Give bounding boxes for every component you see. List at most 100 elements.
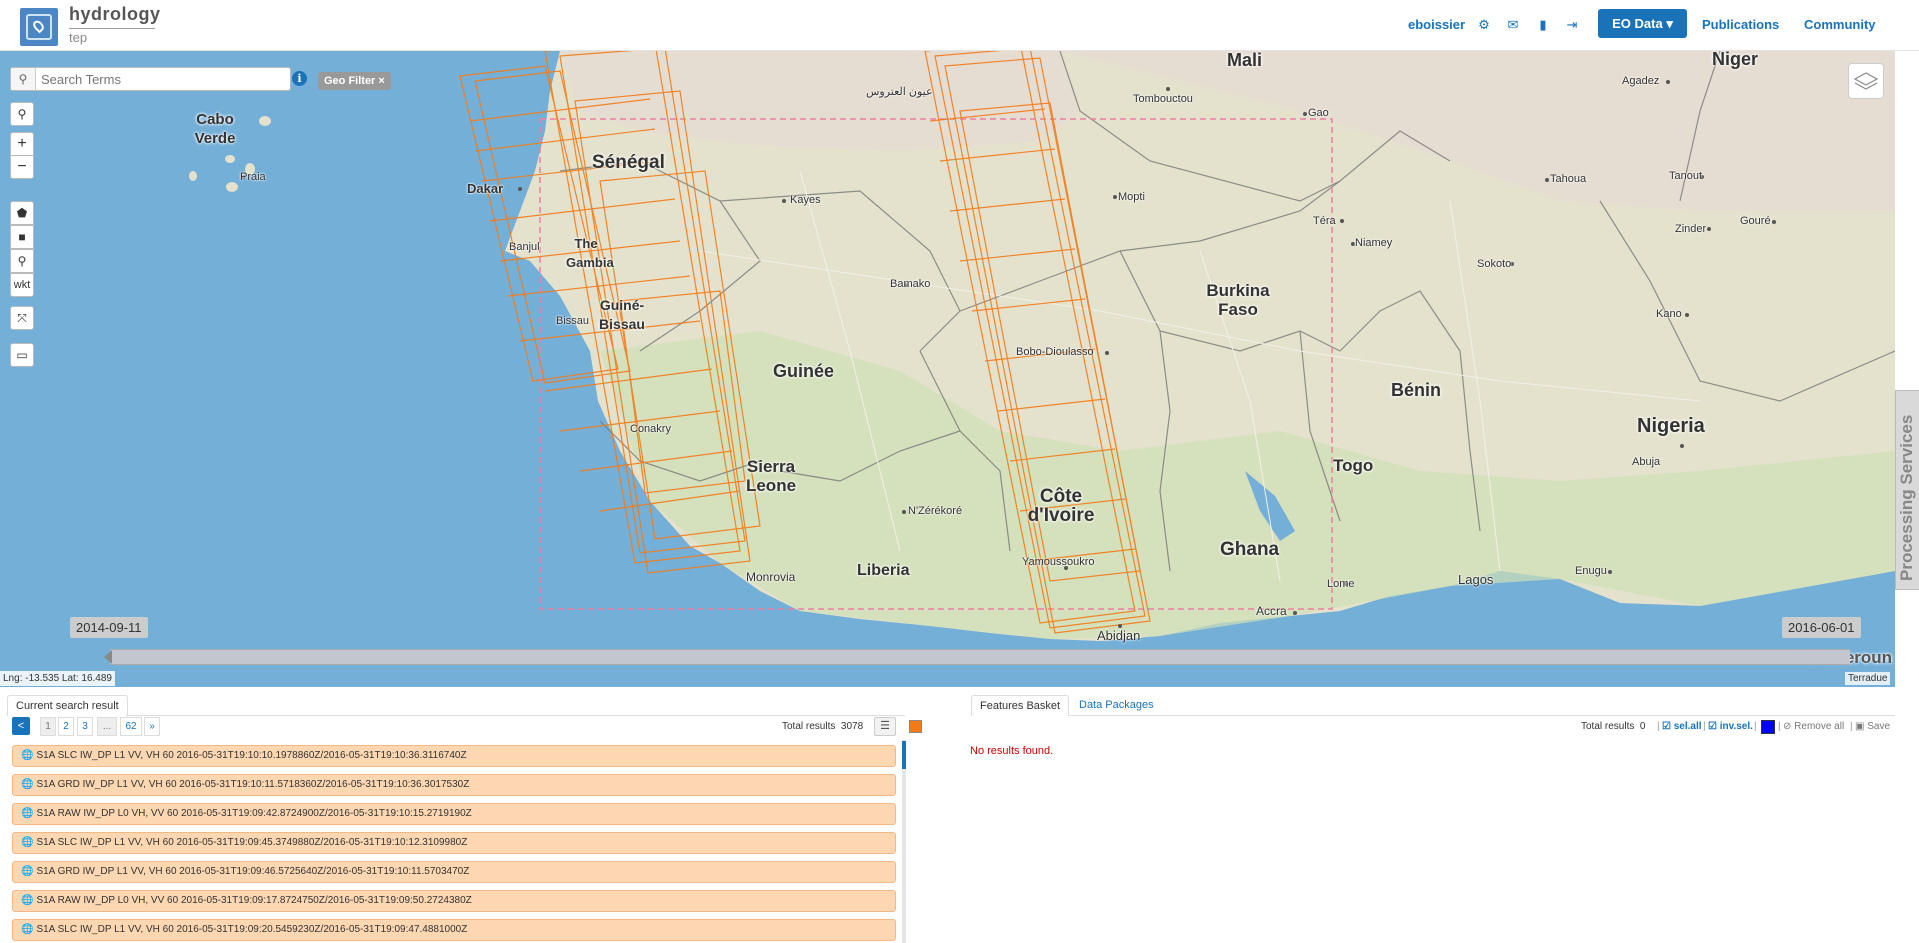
country-label: Cabo Verde bbox=[194, 111, 236, 147]
invert-selection-link[interactable]: ☑ inv.sel. bbox=[1708, 721, 1753, 732]
globe-icon: 🌐 bbox=[21, 779, 34, 790]
timeline-slider[interactable] bbox=[110, 649, 1850, 665]
result-row[interactable]: 🌐 S1A RAW IW_DP L0 VH, VV 60 2016-05-31T1… bbox=[12, 890, 896, 912]
separator: | bbox=[1657, 721, 1660, 732]
city-label: Tahoua bbox=[1550, 173, 1587, 185]
country-label: The Gambia bbox=[566, 236, 614, 270]
page-link[interactable]: 3 bbox=[77, 717, 93, 736]
page-ellipsis: ... bbox=[97, 717, 117, 736]
draw-polygon-icon[interactable]: ⬟ bbox=[10, 201, 34, 225]
processing-services-label: Processing Services bbox=[1897, 414, 1916, 581]
zoom-in-icon[interactable]: + bbox=[10, 132, 34, 156]
measure-icon[interactable]: ▭ bbox=[10, 343, 34, 367]
city-label: Tombouctou bbox=[1133, 93, 1193, 105]
city-label: Bobo-Dioulasso bbox=[1016, 346, 1094, 358]
share-icon[interactable]: < bbox=[12, 717, 30, 735]
wkt-button[interactable]: wkt bbox=[10, 273, 34, 297]
country-label: Côte d'Ivoire bbox=[1027, 486, 1095, 526]
results-scrollbar[interactable] bbox=[902, 740, 906, 943]
save-link[interactable]: ▣ Save bbox=[1855, 721, 1890, 732]
draw-point-icon[interactable]: ⚲ bbox=[10, 249, 34, 273]
brand-title[interactable]: hydrology bbox=[69, 4, 161, 25]
city-label: Accra bbox=[1256, 604, 1287, 618]
page-link[interactable]: 2 bbox=[58, 717, 74, 736]
select-all-link[interactable]: ☑ sel.all bbox=[1662, 721, 1702, 732]
city-label: Agadez bbox=[1622, 75, 1660, 87]
country-label: Sénégal bbox=[592, 152, 665, 173]
city-label: Dakar bbox=[467, 181, 504, 196]
country-label: Ghana bbox=[1220, 539, 1280, 560]
result-row[interactable]: 🌐 S1A SLC IW_DP L1 VV, VH 60 2016-05-31T1… bbox=[12, 832, 896, 854]
gear-icon[interactable]: ⚙ bbox=[1476, 17, 1492, 33]
page-link[interactable]: 1 bbox=[40, 717, 56, 736]
city-label: Mopti bbox=[1118, 191, 1145, 203]
search-location-icon[interactable]: ⚲ bbox=[10, 102, 34, 126]
country-label: Bénin bbox=[1391, 380, 1442, 400]
separator: | bbox=[1703, 721, 1706, 732]
processing-services-tab[interactable]: Processing Services bbox=[1895, 390, 1919, 590]
timeline-end-label: 2016-06-01 bbox=[1782, 617, 1861, 638]
country-label: Togo bbox=[1333, 456, 1374, 475]
result-title: S1A RAW IW_DP L0 VH, VV 60 2016-05-31T19… bbox=[36, 808, 472, 819]
city-label: Banjul bbox=[509, 241, 540, 253]
result-title: S1A SLC IW_DP L1 VV, VH 60 2016-05-31T19… bbox=[36, 750, 467, 761]
city-label: Gao bbox=[1308, 107, 1329, 119]
result-row[interactable]: 🌐 S1A SLC IW_DP L1 VV, VH 60 2016-05-31T1… bbox=[12, 919, 896, 941]
map-basemap bbox=[189, 51, 1895, 641]
globe-icon: 🌐 bbox=[21, 866, 34, 877]
geo-filter-badge[interactable]: Geo Filter × bbox=[318, 72, 391, 90]
timeline-handle-left[interactable] bbox=[104, 650, 112, 664]
map-viewport[interactable]: Mali Niger Cabo Verde Sénégal The Gambia… bbox=[0, 51, 1895, 687]
tab-features-basket[interactable]: Features Basket bbox=[971, 695, 1070, 716]
total-results-label: Total results 3078 bbox=[782, 721, 863, 732]
search-box: ⚲ bbox=[10, 67, 291, 91]
country-label: Nigeria bbox=[1637, 415, 1705, 437]
city-label: Téra bbox=[1313, 215, 1336, 227]
city-label: Sokoto bbox=[1477, 258, 1512, 270]
hydrology-logo[interactable] bbox=[20, 8, 58, 46]
brand-subtitle: tep bbox=[69, 28, 155, 45]
fullscreen-icon[interactable]: ⤧ bbox=[10, 306, 34, 330]
list-view-icon[interactable]: ☰ bbox=[874, 717, 896, 736]
basket-color-picker[interactable] bbox=[1761, 720, 1775, 734]
result-row[interactable]: 🌐 S1A GRD IW_DP L1 VV, VH 60 2016-05-31T1… bbox=[12, 861, 896, 883]
search-icon[interactable]: ⚲ bbox=[11, 68, 36, 90]
city-label: Lagos bbox=[1458, 572, 1494, 587]
globe-icon: 🌐 bbox=[21, 837, 34, 848]
globe-icon: 🌐 bbox=[21, 808, 34, 819]
info-icon[interactable]: i bbox=[292, 71, 307, 86]
tab-current-search-result[interactable]: Current search result bbox=[7, 695, 128, 716]
city-label: Lome bbox=[1327, 578, 1355, 590]
results-scrollbar-thumb[interactable] bbox=[902, 741, 906, 769]
envelope-icon[interactable]: ✉ bbox=[1505, 17, 1521, 33]
result-row[interactable]: 🌐 S1A GRD IW_DP L1 VV, VH 60 2016-05-31T1… bbox=[12, 774, 896, 796]
remove-all-link[interactable]: ⊘ Remove all bbox=[1783, 721, 1844, 732]
sign-out-icon[interactable]: ⇥ bbox=[1564, 17, 1580, 33]
city-label: Kayes bbox=[790, 194, 821, 206]
globe-icon: 🌐 bbox=[21, 750, 34, 761]
draw-box-icon[interactable]: ■ bbox=[10, 225, 34, 249]
search-input[interactable] bbox=[41, 70, 287, 88]
total-results-count: 3078 bbox=[840, 721, 864, 732]
page-link[interactable]: 62 bbox=[120, 717, 142, 736]
page-next[interactable]: » bbox=[144, 717, 160, 736]
book-icon[interactable]: ▮ bbox=[1535, 17, 1551, 33]
result-row[interactable]: 🌐 S1A SLC IW_DP L1 VV, VH 60 2016-05-31T1… bbox=[12, 745, 896, 767]
tab-data-packages[interactable]: Data Packages bbox=[1079, 699, 1154, 711]
city-label: Abuja bbox=[1632, 456, 1661, 468]
result-title: S1A GRD IW_DP L1 VV, VH 60 2016-05-31T19… bbox=[36, 866, 470, 877]
result-row[interactable]: 🌐 S1A RAW IW_DP L0 VH, VV 60 2016-05-31T1… bbox=[12, 803, 896, 825]
top-navbar: hydrology tep eboissier ⚙ ✉ ▮ ⇥ EO Data … bbox=[0, 0, 1919, 51]
eo-data-dropdown[interactable]: EO Data ▾ bbox=[1598, 9, 1687, 38]
community-link[interactable]: Community bbox=[1804, 17, 1876, 32]
map-attribution[interactable]: Terradue bbox=[1845, 672, 1891, 685]
username-link[interactable]: eboissier bbox=[1408, 17, 1465, 32]
basket-total-text: Total results bbox=[1581, 721, 1635, 732]
footprint-color-picker[interactable] bbox=[909, 720, 922, 733]
country-label: Guinée bbox=[773, 361, 835, 381]
city-label: Bissau bbox=[556, 315, 590, 327]
zoom-out-icon[interactable]: − bbox=[10, 155, 34, 179]
result-title: S1A SLC IW_DP L1 VV, VH 60 2016-05-31T19… bbox=[36, 837, 468, 848]
publications-link[interactable]: Publications bbox=[1702, 17, 1779, 32]
layers-icon[interactable] bbox=[1848, 63, 1884, 99]
